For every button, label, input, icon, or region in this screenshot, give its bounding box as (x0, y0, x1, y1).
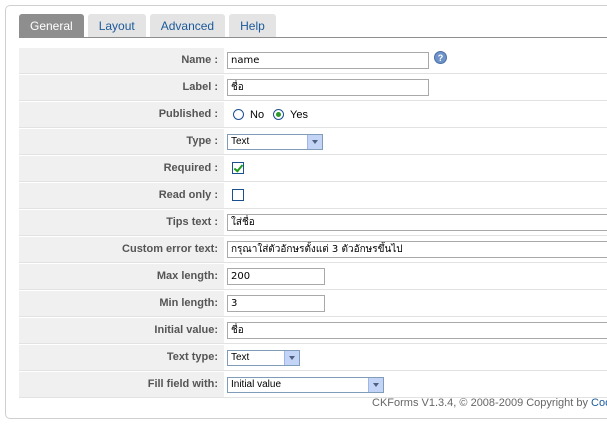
required-label: Required : (19, 156, 224, 182)
text-type-select-value: Text (231, 352, 250, 363)
published-label: Published : (19, 102, 224, 128)
tips-label: Tips text : (19, 210, 224, 236)
name-label: Name : (19, 48, 224, 74)
type-label: Type : (19, 129, 224, 155)
custom-error-input[interactable]: กรุณาใส่ตัวอักษรตั้งแต่ 3 ตัวอักษรขึ้นไป (227, 241, 607, 258)
min-length-label: Min length: (19, 291, 224, 317)
chevron-down-icon (284, 351, 299, 365)
tab-divider (19, 37, 607, 38)
row-readonly: Read only : (19, 183, 607, 209)
published-yes-label: Yes (290, 109, 308, 121)
required-checkbox[interactable] (232, 162, 244, 174)
initial-value-input[interactable]: ชื่อ (227, 322, 607, 339)
tips-input[interactable]: ใส่ชื่อ (227, 214, 607, 231)
footer-copyright: CKForms V1.3.4, © 2008-2009 Copyright by… (372, 397, 607, 409)
tab-help[interactable]: Help (229, 14, 276, 37)
text-type-select[interactable]: Text (227, 350, 300, 366)
row-initial-value: Initial value: ชื่อ (19, 318, 607, 344)
row-min-length: Min length: 3 (19, 291, 607, 317)
row-label: Label : ชื่อ (19, 75, 607, 101)
fill-field-label: Fill field with: (19, 372, 224, 398)
label-input[interactable]: ชื่อ (227, 79, 429, 96)
row-published: Published : No Yes (19, 102, 607, 128)
row-custom-error: Custom error text: กรุณาใส่ตัวอักษรตั้งแ… (19, 237, 607, 263)
type-select-value: Text (231, 136, 250, 147)
row-tips: Tips text : ใส่ชื่อ (19, 210, 607, 236)
text-type-label: Text type: (19, 345, 224, 371)
footer-text: CKForms V1.3.4, © 2008-2009 Copyright by (372, 397, 592, 409)
row-text-type: Text type: Text (19, 345, 607, 371)
name-input[interactable]: name (227, 52, 429, 69)
chevron-down-icon (307, 135, 322, 149)
min-length-input[interactable]: 3 (227, 295, 325, 312)
type-select[interactable]: Text (227, 134, 323, 150)
chevron-down-icon (368, 378, 383, 392)
row-name: Name : name ? (19, 48, 607, 74)
fill-field-select-value: Initial value (231, 379, 282, 390)
label-label: Label : (19, 75, 224, 101)
tab-general[interactable]: General (19, 14, 84, 37)
field-table: Name : name ? Label : ชื่อ Published : N… (19, 48, 607, 399)
published-no-label: No (250, 109, 265, 121)
tab-layout[interactable]: Layout (87, 14, 146, 37)
max-length-label: Max length: (19, 264, 224, 290)
tab-advanced[interactable]: Advanced (149, 14, 226, 37)
readonly-checkbox[interactable] (232, 189, 244, 201)
row-max-length: Max length: 200 (19, 264, 607, 290)
tab-bar: General Layout Advanced Help (19, 14, 280, 38)
published-yes-radio[interactable] (273, 109, 284, 120)
row-type: Type : Text (19, 129, 607, 155)
published-no-radio[interactable] (233, 109, 244, 120)
help-icon[interactable]: ? (434, 51, 447, 64)
custom-error-label: Custom error text: (19, 237, 224, 263)
initial-value-label: Initial value: (19, 318, 224, 344)
max-length-input[interactable]: 200 (227, 268, 325, 285)
footer-link[interactable]: Cool (591, 397, 607, 409)
row-required: Required : (19, 156, 607, 182)
readonly-label: Read only : (19, 183, 224, 209)
row-fill-field: Fill field with: Initial value (19, 372, 607, 398)
fill-field-select[interactable]: Initial value (227, 377, 384, 393)
